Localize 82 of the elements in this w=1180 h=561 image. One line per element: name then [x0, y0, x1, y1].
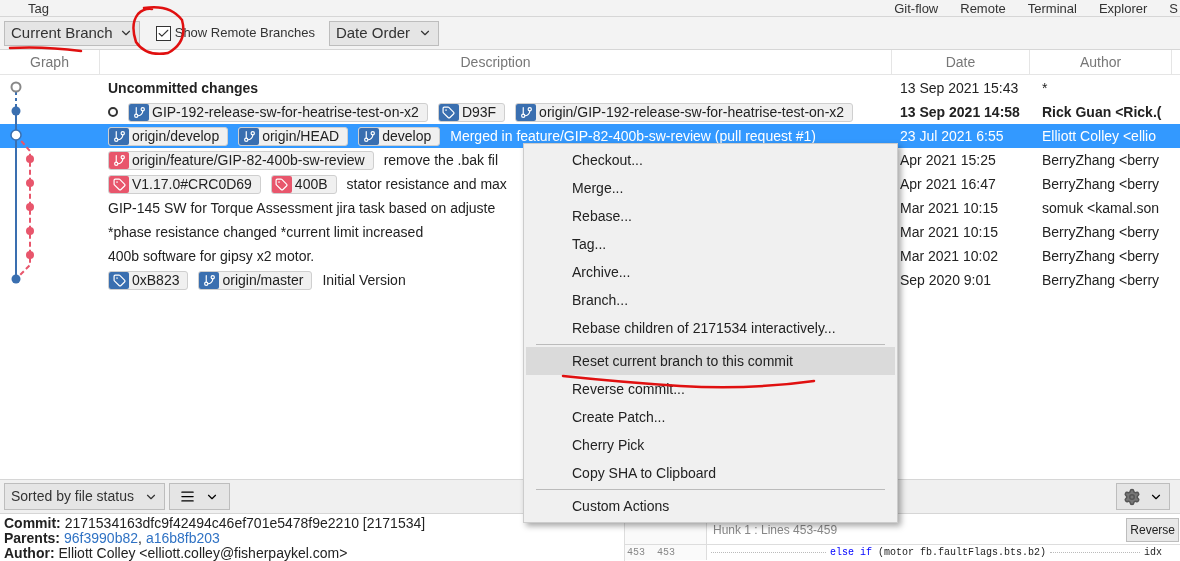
toolbar-item[interactable]: Terminal: [1027, 1, 1077, 15]
menu-item[interactable]: Custom Actions: [526, 492, 895, 520]
commit-author: *: [1042, 79, 1048, 96]
menu-item[interactable]: Tag...: [526, 230, 895, 258]
menu-item[interactable]: Reset current branch to this commit: [526, 347, 895, 375]
parent-link[interactable]: 96f3990b82: [64, 531, 138, 546]
commit-date: Mar 2021 10:02: [900, 247, 999, 264]
commit-author: BerryZhang <berry: [1042, 223, 1160, 240]
selected-row-highlight[interactable]: origin/develop origin/HEAD develop Merged in feature/GIP-82-400b-sw-review (pull request #1) 23 Jul 2021 6:55 Elliott Colley <ellio: [0, 124, 1180, 148]
menu-item[interactable]: Branch...: [526, 286, 895, 314]
commit-description: 400b software for gipsy x2 motor.: [108, 246, 315, 266]
menu-item[interactable]: Merge...: [526, 174, 895, 202]
commit-date: 13 Sep 2021 14:58: [900, 103, 1020, 120]
code-text: idx: [1144, 546, 1163, 560]
toolbar-item[interactable]: Remote: [960, 1, 1006, 15]
tag-label: 400B: [270, 174, 337, 194]
commit-date: 23 Jul 2021 6:55: [900, 127, 1004, 144]
commit-author: Rick Guan <Rick.(: [1042, 103, 1162, 120]
commit-date: Apr 2021 16:47: [900, 175, 996, 192]
commit-description: Uncommitted changes: [108, 78, 259, 98]
commit-author: BerryZhang <berry: [1042, 247, 1160, 264]
author-line: Author: Elliott Colley <elliott.colley@fisherpaykel.com>: [4, 546, 349, 561]
settings-icon: [1123, 487, 1141, 506]
commit-description: remove the .bak fil: [383, 150, 499, 170]
menu-item[interactable]: Create Patch...: [526, 403, 895, 431]
line-number: 453: [657, 546, 676, 560]
tag-label: D93F: [437, 102, 506, 122]
branch-label: origin/develop: [108, 126, 229, 146]
sort-dropdown[interactable]: Sorted by file status: [4, 483, 165, 510]
reverse-button[interactable]: Reverse: [1126, 518, 1179, 542]
menu-item[interactable]: Rebase...: [526, 202, 895, 230]
branch-label: origin/HEAD: [238, 126, 349, 146]
branch-label: GIP-192-release-sw-for-heatrise-test-on-x2: [128, 102, 428, 122]
menu-item[interactable]: Cherry Pick: [526, 431, 895, 459]
commit-hash-line: Commit: 2171534163dfc9f42494c46ef701e5478f9e2210 [2171534]: [4, 516, 427, 531]
column-header[interactable]: Graph: [30, 51, 69, 73]
commit-date: 13 Sep 2021 15:43: [900, 79, 1019, 96]
menu-item[interactable]: Archive...: [526, 258, 895, 286]
toolbar-item[interactable]: Git-flow: [894, 1, 939, 15]
tag-label: 0xB823: [108, 270, 189, 290]
hunk-header: Hunk 1 : Lines 453-459: [712, 522, 839, 539]
line-number: 453: [627, 546, 645, 560]
head-marker-icon: [108, 107, 118, 117]
code-line: else if (motor fb.faultFlags.bts.b2): [830, 546, 1047, 560]
branch-label: origin/feature/GIP-82-400b-sw-review: [108, 150, 374, 170]
menu-item[interactable]: Reverse commit...: [526, 375, 895, 403]
view-mode-button[interactable]: [168, 483, 230, 510]
commit-author: Elliott Colley <ellio: [1042, 127, 1156, 144]
branch-label: origin/master: [198, 270, 313, 290]
commit-author: BerryZhang <berry: [1042, 271, 1160, 288]
branch-label: develop: [358, 126, 441, 146]
commit-description: Initial Version: [322, 270, 406, 290]
column-header[interactable]: Author: [1079, 51, 1122, 73]
parents-label: Parents:: [4, 531, 61, 546]
commit-description: GIP-145 SW for Torque Assessment jira task based on adjuste: [108, 198, 496, 218]
toolbar-item[interactable]: S: [1169, 1, 1178, 15]
menu-item[interactable]: Checkout...: [526, 146, 895, 174]
commit-date: Mar 2021 10:15: [900, 223, 999, 240]
branch-filter-dropdown[interactable]: Current Branch: [4, 20, 140, 46]
toolbar-item[interactable]: Explorer: [1098, 1, 1148, 15]
column-header[interactable]: Description: [460, 51, 531, 73]
order-dropdown[interactable]: Date Order: [328, 20, 440, 46]
commit-date: Apr 2021 15:25: [900, 151, 996, 168]
settings-button[interactable]: [1116, 483, 1170, 510]
tag-label: V1.17.0#CRC0D69: [108, 174, 261, 194]
commit-description: *phase resistance changed *current limit increased: [108, 222, 424, 242]
menu-item[interactable]: Rebase children of 2171534 interactively...: [526, 314, 895, 342]
menu-item[interactable]: Copy SHA to Clipboard: [526, 459, 895, 487]
commit-date: Sep 2020 9:01: [900, 271, 992, 288]
column-header[interactable]: Date: [945, 51, 976, 73]
commit-description: Merged in feature/GIP-82-400b-sw-review (pull request #1): [450, 126, 816, 146]
checkbox[interactable]: [155, 25, 171, 41]
commit-date: Mar 2021 10:15: [900, 199, 999, 216]
separator-text: ,: [138, 531, 142, 546]
list-icon: [179, 489, 195, 504]
commit-description: stator resistance and max: [346, 174, 507, 194]
commit-author: BerryZhang <berry: [1042, 175, 1160, 192]
parent-link[interactable]: a16b8fb203: [145, 531, 220, 546]
commit-author: somuk <kamal.son: [1042, 199, 1160, 216]
commit-author: BerryZhang <berry: [1042, 151, 1160, 168]
branch-label: origin/GIP-192-release-sw-for-heatrise-test-on-x2: [515, 102, 854, 122]
toolbar-item[interactable]: Tag: [28, 1, 49, 15]
